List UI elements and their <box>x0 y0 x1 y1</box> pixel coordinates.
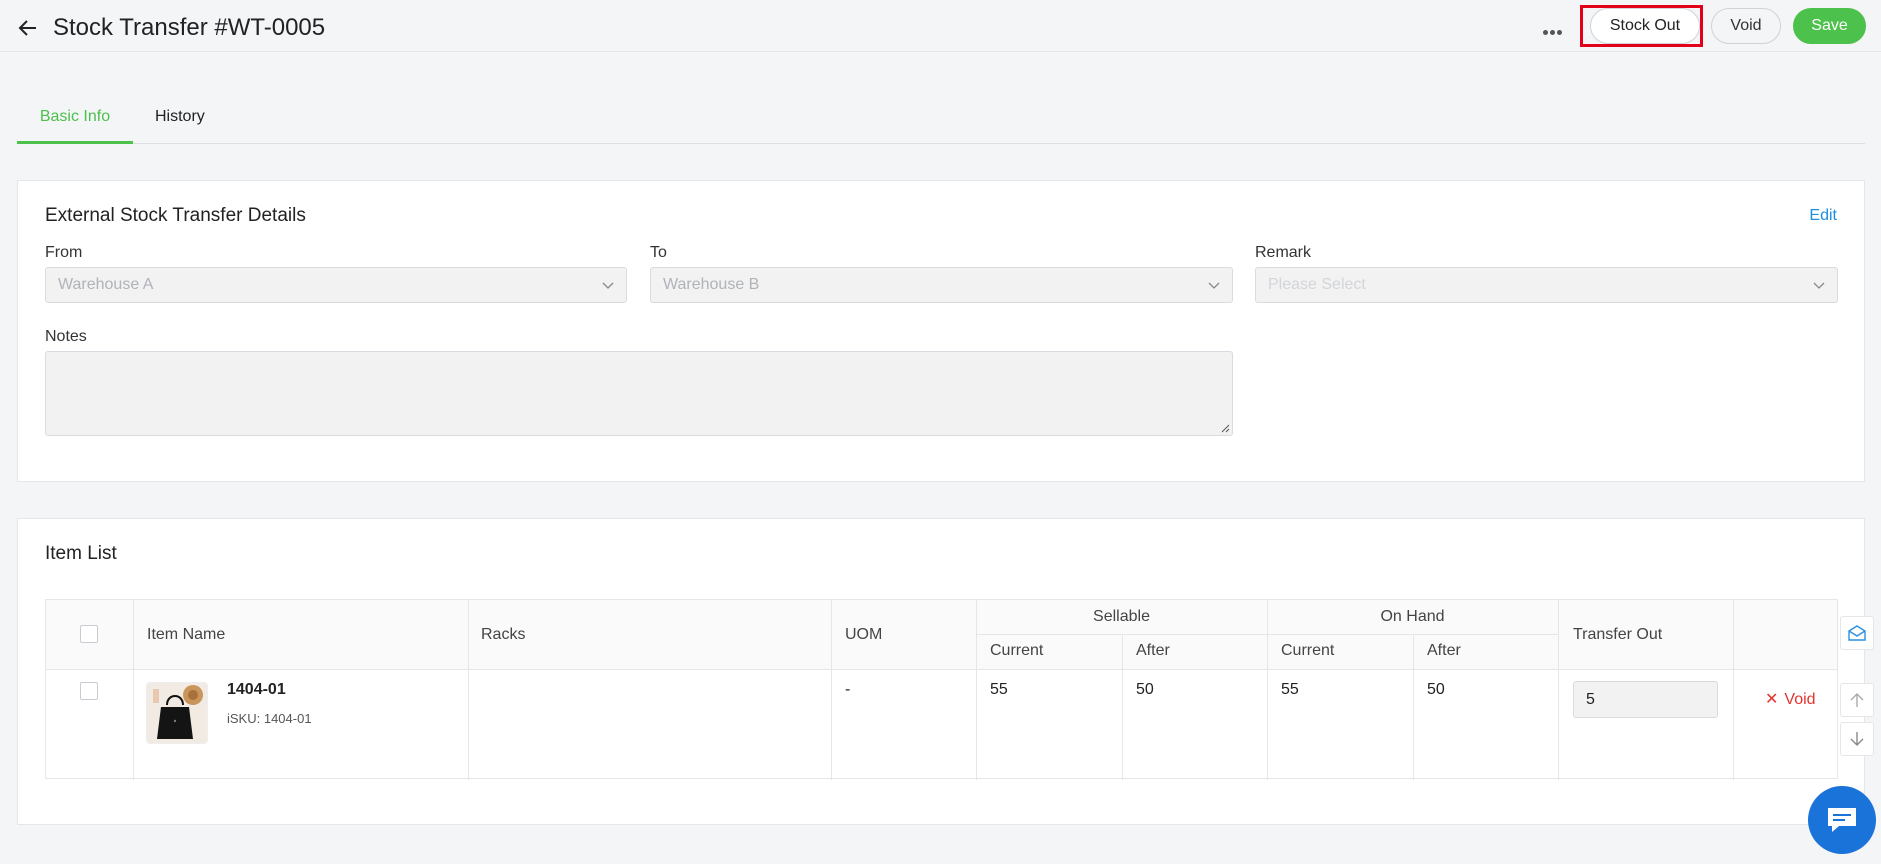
page-title: Stock Transfer #WT-0005 <box>53 14 326 41</box>
onhand-current-value: 55 <box>1281 681 1299 698</box>
details-card: External Stock Transfer Details Edit Fro… <box>17 180 1865 482</box>
chevron-down-icon <box>1208 282 1220 289</box>
page-header: Stock Transfer #WT-0005 Stock Out Void S… <box>0 0 1881 52</box>
chevron-down-icon <box>1813 282 1825 289</box>
resize-handle-icon[interactable] <box>1220 423 1230 433</box>
tab-history[interactable]: History <box>155 108 205 140</box>
tote-bag-image <box>147 683 207 743</box>
item-table: Item Name Racks UOM Sellable On Hand Cur… <box>45 599 1838 780</box>
to-value: Warehouse B <box>663 276 760 293</box>
tab-basic-info[interactable]: Basic Info <box>17 108 133 144</box>
item-list-card: Item List Item Name Racks UOM Sellable O… <box>17 518 1865 825</box>
scroll-up-icon[interactable] <box>1840 683 1874 717</box>
row-checkbox[interactable] <box>80 682 98 700</box>
item-isku: iSKU: 1404-01 <box>227 711 312 726</box>
col-transfer-out: Transfer Out <box>1573 626 1663 643</box>
col-sellable: Sellable <box>1093 608 1150 625</box>
back-arrow-icon[interactable] <box>16 16 40 40</box>
sellable-after-value: 50 <box>1136 681 1154 698</box>
void-button[interactable]: Void <box>1711 8 1781 44</box>
highlight-box <box>1580 5 1703 47</box>
from-value: Warehouse A <box>58 276 154 293</box>
remark-select[interactable]: Please Select <box>1255 267 1838 303</box>
scroll-down-icon[interactable] <box>1840 722 1874 756</box>
col-onhand-current: Current <box>1281 642 1335 659</box>
to-select[interactable]: Warehouse B <box>650 267 1233 303</box>
col-uom: UOM <box>845 626 883 643</box>
more-options-icon[interactable] <box>1543 22 1567 35</box>
sellable-current-value: 55 <box>990 681 1008 698</box>
item-uom: - <box>845 681 851 698</box>
notes-textarea[interactable] <box>45 351 1233 436</box>
mail-icon[interactable] <box>1840 616 1874 650</box>
tab-bar: Basic Info History <box>17 96 1865 144</box>
product-thumbnail <box>146 682 208 744</box>
to-label: To <box>650 244 667 261</box>
item-name: 1404-01 <box>227 681 286 698</box>
from-select[interactable]: Warehouse A <box>45 267 627 303</box>
remark-placeholder: Please Select <box>1268 276 1366 293</box>
col-on-hand: On Hand <box>1380 608 1445 625</box>
save-button[interactable]: Save <box>1793 8 1866 44</box>
col-racks: Racks <box>481 626 526 643</box>
chevron-down-icon <box>602 282 614 289</box>
col-sellable-current: Current <box>990 642 1044 659</box>
from-label: From <box>45 244 83 261</box>
transfer-out-input[interactable]: 5 <box>1573 681 1718 718</box>
table-header <box>46 600 1837 670</box>
row-void-label: Void <box>1784 691 1816 708</box>
onhand-after-value: 50 <box>1427 681 1445 698</box>
item-list-title: Item List <box>45 543 117 564</box>
col-onhand-after: After <box>1427 642 1461 659</box>
edit-link[interactable]: Edit <box>1809 207 1837 225</box>
select-all-checkbox[interactable] <box>80 625 98 643</box>
row-void-button[interactable]: ✕ Void <box>1765 689 1816 709</box>
close-icon: ✕ <box>1765 691 1779 708</box>
col-sellable-after: After <box>1136 642 1170 659</box>
details-title: External Stock Transfer Details <box>45 205 306 226</box>
col-item-name: Item Name <box>147 626 226 643</box>
chat-icon[interactable] <box>1808 786 1876 854</box>
remark-label: Remark <box>1255 244 1312 261</box>
notes-label: Notes <box>45 328 87 345</box>
